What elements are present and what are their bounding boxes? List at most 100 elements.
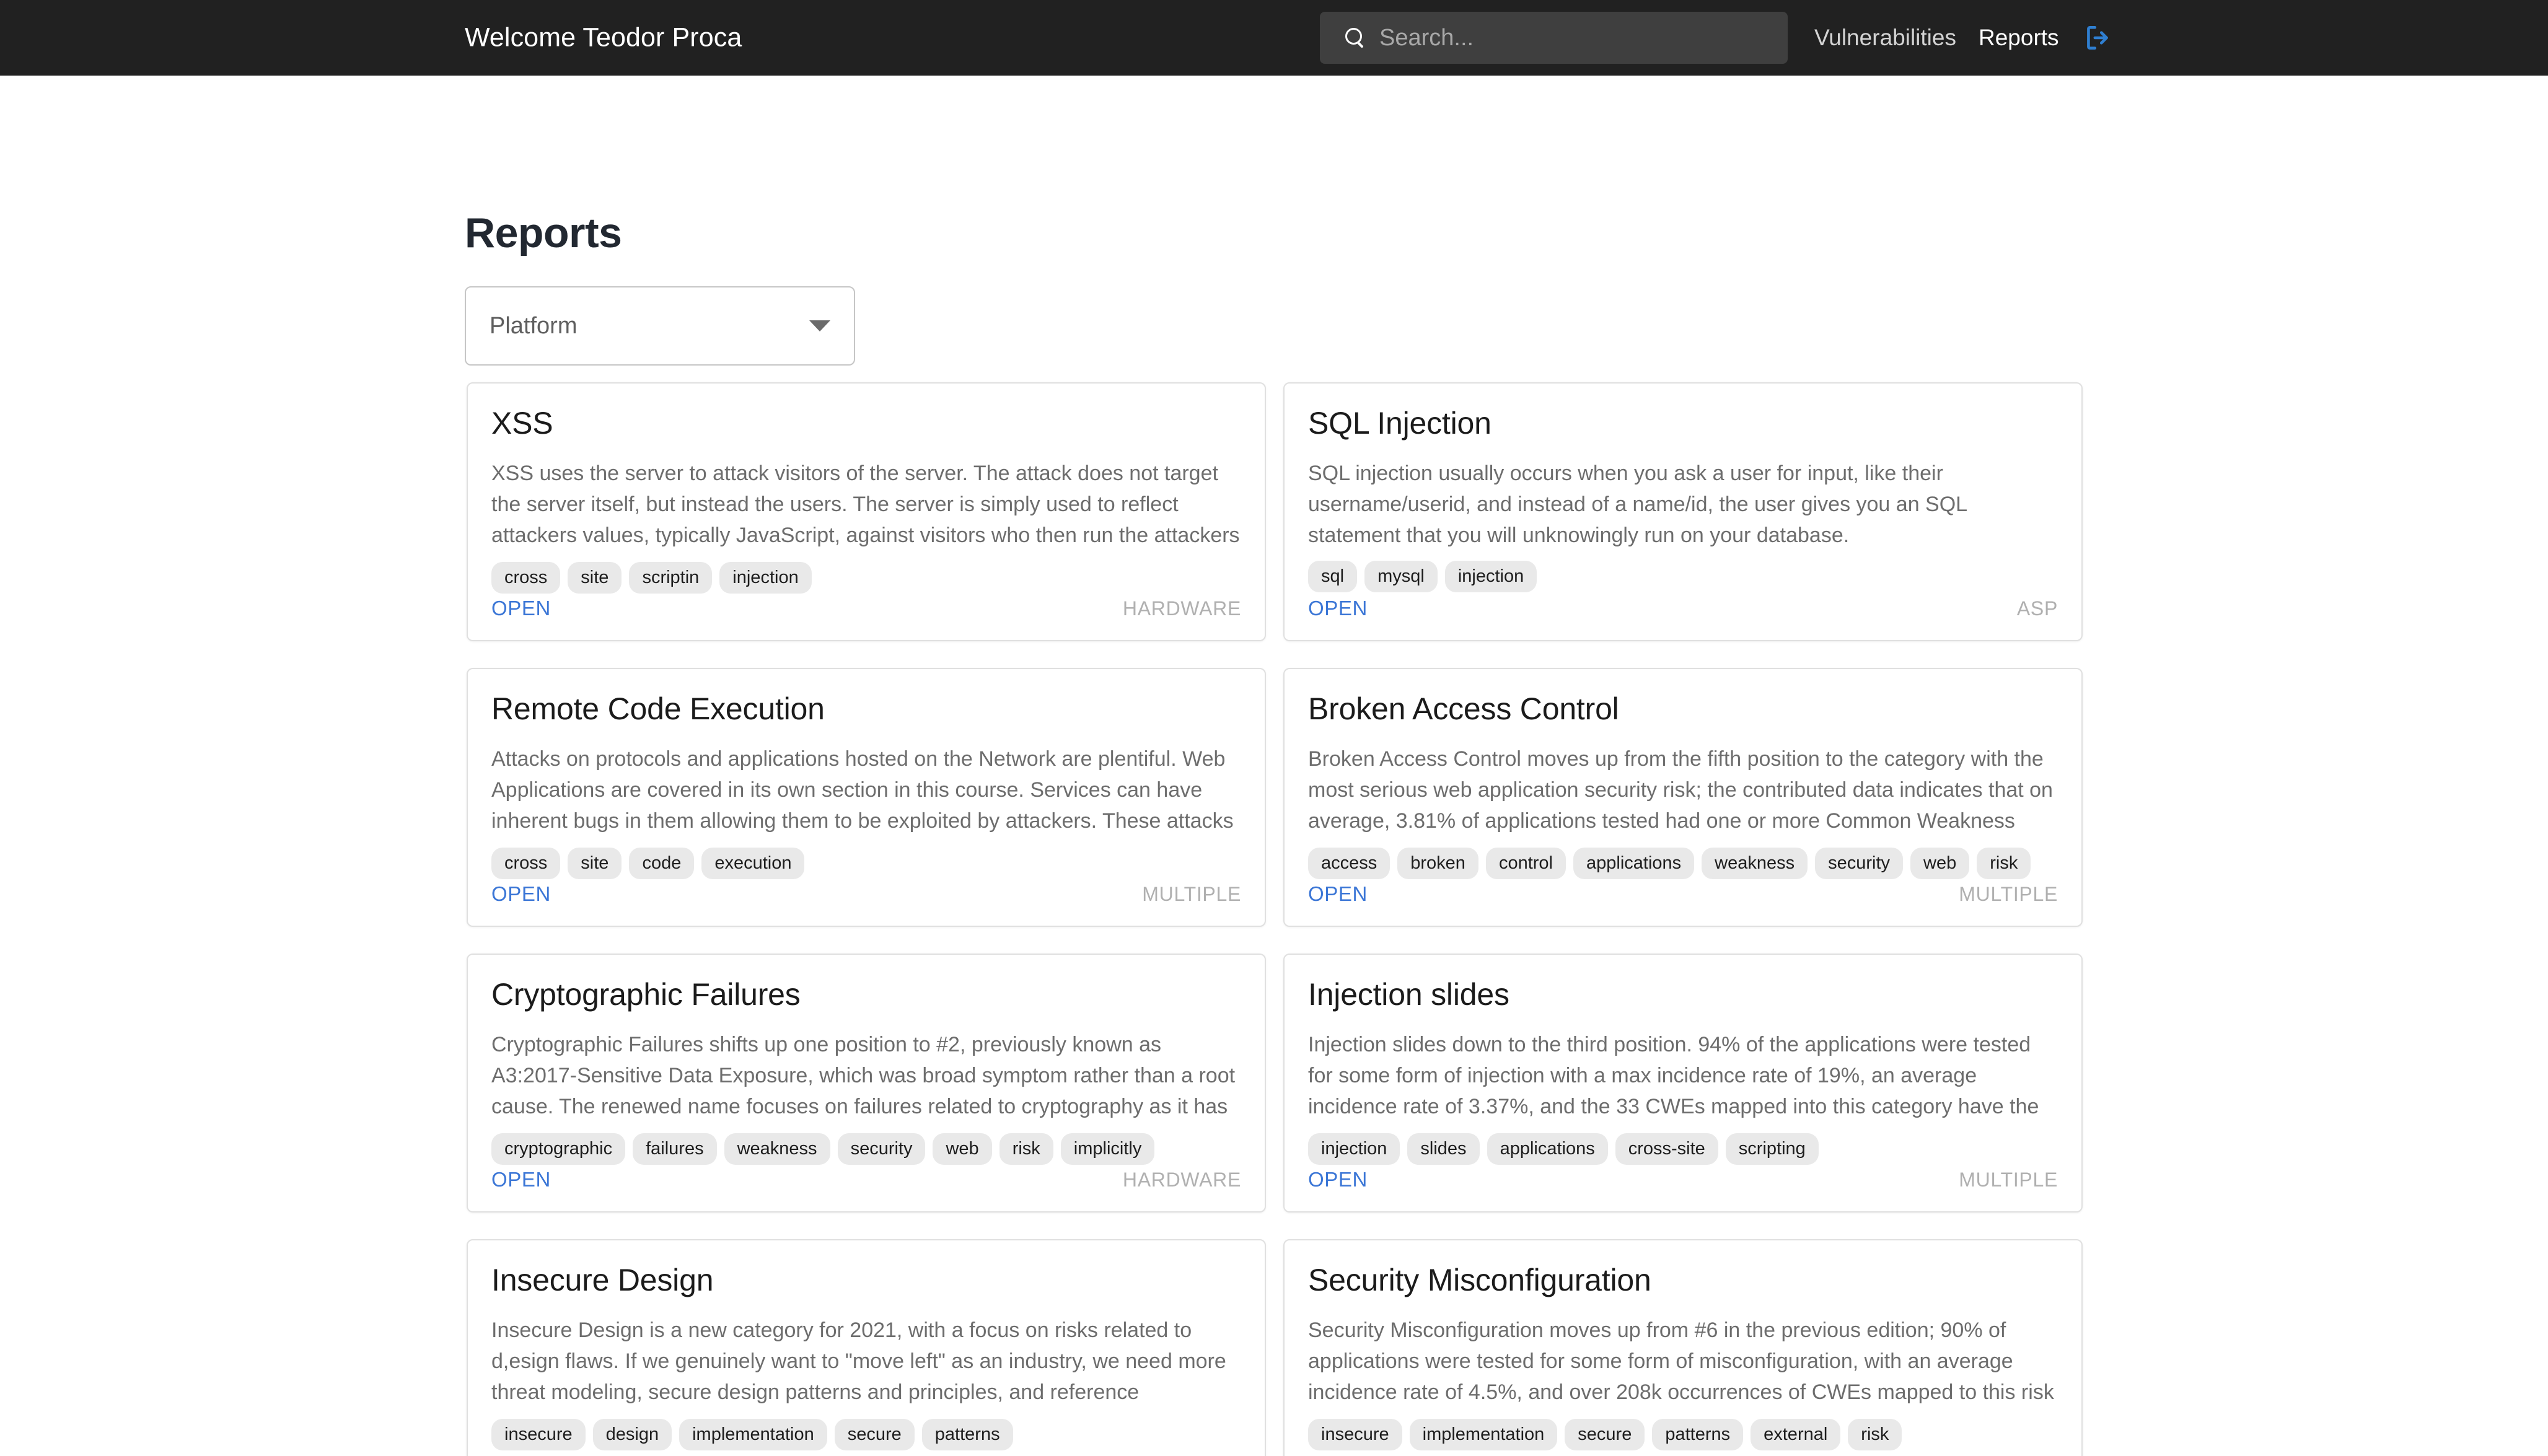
tag-chip[interactable]: insecure — [491, 1418, 586, 1450]
tag-chip[interactable]: external — [1751, 1418, 1841, 1450]
report-card-tags: sql mysql injection — [1308, 561, 2058, 593]
tag-chip[interactable]: implicitly — [1060, 1133, 1155, 1165]
report-card-platform: ASP — [2016, 597, 2058, 620]
tag-chip[interactable]: security — [837, 1133, 926, 1165]
report-card-title: Remote Code Execution — [491, 691, 825, 726]
tag-chip[interactable]: web — [933, 1133, 992, 1165]
tag-chip[interactable]: site — [568, 847, 622, 879]
report-card[interactable]: Insecure Design Insecure Design is a new … — [467, 1239, 1266, 1456]
report-card-description: Attacks on protocols and applications ho… — [491, 747, 1234, 833]
tag-chip[interactable]: control — [1485, 847, 1566, 879]
tag-chip[interactable]: cross — [491, 561, 561, 594]
tag-chip[interactable]: patterns — [1652, 1418, 1744, 1450]
tag-chip[interactable]: implementation — [1409, 1418, 1558, 1450]
report-card-title: Broken Access Control — [1308, 691, 1619, 726]
tag-chip[interactable]: slides — [1407, 1133, 1480, 1165]
tag-chip[interactable]: web — [1910, 847, 1970, 879]
report-card-title: Insecure Design — [491, 1263, 714, 1297]
app-header: Welcome Teodor Proca Vulnerabilities Rep… — [0, 0, 2548, 76]
tag-chip[interactable]: risk — [1977, 847, 2031, 879]
page-title: Reports — [465, 209, 622, 257]
tag-chip[interactable]: weakness — [724, 1133, 830, 1165]
open-report-link[interactable]: OPEN — [1308, 1454, 1368, 1456]
search-input[interactable] — [1379, 22, 1764, 54]
open-report-link[interactable]: OPEN — [491, 597, 551, 620]
nav-link-vulnerabilities[interactable]: Vulnerabilities — [1803, 25, 1967, 51]
report-card-footer: OPEN HARDWARE — [491, 597, 1241, 620]
report-card-platform: MULTIPLE — [1959, 1168, 2058, 1191]
tag-chip[interactable]: scripting — [1725, 1133, 1819, 1165]
report-card-title: Security Misconfiguration — [1308, 1263, 1651, 1297]
tag-chip[interactable]: weakness — [1702, 847, 1808, 879]
tag-chip[interactable]: injection — [1444, 561, 1537, 593]
report-card-tags: access broken control applications weakness s… — [1308, 847, 2058, 879]
tag-chip[interactable]: scriptin — [629, 561, 713, 594]
report-card-tags: injection slides applications cross-site scr… — [1308, 1133, 2058, 1165]
report-card-tags: insecure implementation secure patterns exte… — [1308, 1418, 2058, 1450]
tag-chip[interactable]: mysql — [1364, 561, 1438, 593]
open-report-link[interactable]: OPEN — [491, 1454, 551, 1456]
report-card[interactable]: Security Misconfiguration Security Miscon… — [1283, 1239, 2083, 1456]
report-card-description: Injection slides down to the third posit… — [1308, 1032, 2039, 1119]
tag-chip[interactable]: implementation — [679, 1418, 827, 1450]
tag-chip[interactable]: applications — [1573, 847, 1695, 879]
report-card[interactable]: XSS XSS uses the server to attack visitor… — [467, 382, 1266, 641]
tag-chip[interactable]: execution — [701, 847, 805, 879]
tag-chip[interactable]: failures — [633, 1133, 717, 1165]
platform-filter-select[interactable]: Platform — [465, 286, 855, 366]
platform-filter-value: Platform — [490, 312, 578, 339]
tag-chip[interactable]: risk — [999, 1133, 1053, 1165]
open-report-link[interactable]: OPEN — [1308, 882, 1368, 906]
report-card-description: SQL injection usually occurs when you as… — [1308, 461, 1967, 548]
tag-chip[interactable]: design — [592, 1418, 672, 1450]
report-card-platform: HARDWARE — [1122, 597, 1241, 620]
report-card-description: Broken Access Control moves up from the … — [1308, 747, 2053, 833]
open-report-link[interactable]: OPEN — [491, 1168, 551, 1191]
tag-chip[interactable]: security — [1815, 847, 1904, 879]
report-card-footer: OPEN HARDWARE — [1308, 1454, 2058, 1456]
open-report-link[interactable]: OPEN — [491, 882, 551, 906]
open-report-link[interactable]: OPEN — [1308, 1168, 1368, 1191]
report-card-title: XSS — [491, 406, 553, 441]
report-card-title: Injection slides — [1308, 977, 1509, 1012]
header-nav: Vulnerabilities Reports — [1803, 20, 2115, 55]
report-card-platform: HARDWARE — [1940, 1454, 2058, 1456]
tag-chip[interactable]: code — [629, 847, 695, 879]
report-card[interactable]: Remote Code Execution Attacks on protocol… — [467, 668, 1266, 927]
page-body: Reports Platform XSS XSS uses the server … — [0, 76, 2548, 1456]
tag-chip[interactable]: sql — [1308, 561, 1358, 593]
report-card[interactable]: Cryptographic Failures Cryptographic Fail… — [467, 954, 1266, 1213]
open-report-link[interactable]: OPEN — [1308, 597, 1368, 620]
tag-chip[interactable]: secure — [834, 1418, 915, 1450]
tag-chip[interactable]: site — [568, 561, 622, 594]
tag-chip[interactable]: patterns — [921, 1418, 1013, 1450]
search-icon — [1343, 27, 1366, 49]
chevron-down-icon — [809, 320, 830, 331]
report-card[interactable]: Injection slides Injection slides down to… — [1283, 954, 2083, 1213]
report-card-description: Security Misconfiguration moves up from … — [1308, 1318, 2054, 1405]
tag-chip[interactable]: access — [1308, 847, 1390, 879]
tag-chip[interactable]: applications — [1487, 1133, 1608, 1165]
report-card[interactable]: SQL Injection SQL injection usually occur… — [1283, 382, 2083, 641]
reports-card-grid: XSS XSS uses the server to attack visitor… — [467, 382, 2083, 1456]
report-card-footer: OPEN MULTIPLE — [491, 1454, 1241, 1456]
report-card-platform: HARDWARE — [1122, 1168, 1241, 1191]
tag-chip[interactable]: insecure — [1308, 1418, 1402, 1450]
welcome-title: Welcome Teodor Proca — [465, 22, 742, 53]
tag-chip[interactable]: injection — [1308, 1133, 1400, 1165]
report-card-title: Cryptographic Failures — [491, 977, 801, 1012]
report-card-tags: insecure design implementation secure patter… — [491, 1418, 1241, 1450]
tag-chip[interactable]: broken — [1397, 847, 1478, 879]
tag-chip[interactable]: injection — [719, 561, 812, 594]
tag-chip[interactable]: risk — [1848, 1418, 1902, 1450]
report-card-description: XSS uses the server to attack visitors o… — [491, 461, 1240, 548]
logout-icon[interactable] — [2080, 20, 2115, 55]
tag-chip[interactable]: secure — [1565, 1418, 1645, 1450]
tag-chip[interactable]: cryptographic — [491, 1133, 626, 1165]
report-card-platform: MULTIPLE — [1142, 1454, 1241, 1456]
tag-chip[interactable]: cross-site — [1615, 1133, 1718, 1165]
tag-chip[interactable]: cross — [491, 847, 561, 879]
nav-link-reports[interactable]: Reports — [1967, 25, 2070, 51]
search-box[interactable] — [1320, 12, 1788, 64]
report-card[interactable]: Broken Access Control Broken Access Contr… — [1283, 668, 2083, 927]
